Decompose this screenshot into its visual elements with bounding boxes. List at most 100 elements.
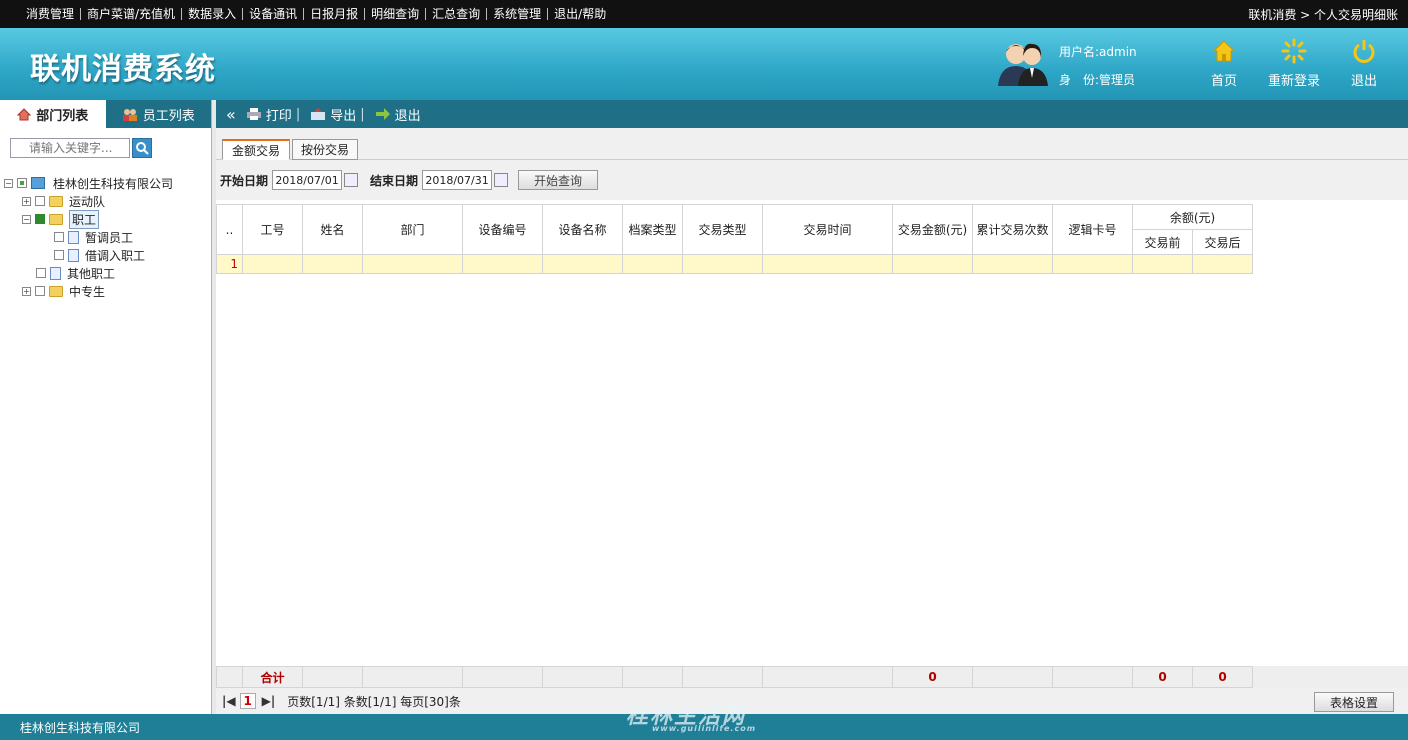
- tree-checkbox[interactable]: [35, 196, 45, 206]
- export-button[interactable]: 导出 |: [310, 105, 365, 124]
- sidebar-search: [10, 138, 152, 158]
- exit-toolbar-button[interactable]: 退出: [375, 105, 421, 124]
- collapse-icon[interactable]: −: [22, 214, 31, 224]
- tree-node-temp-staff[interactable]: 暂调员工: [4, 228, 173, 246]
- search-button[interactable]: [132, 138, 152, 158]
- menu-item-consumption[interactable]: 消费管理: [20, 8, 82, 20]
- tab-portion-transactions[interactable]: 按份交易: [292, 139, 358, 160]
- computer-icon: [31, 177, 45, 189]
- total-balance-after: 0: [1192, 666, 1253, 688]
- separator: |: [295, 106, 301, 122]
- current-page-button[interactable]: 1: [239, 693, 256, 709]
- col-header-trade-time[interactable]: 交易时间: [762, 204, 893, 255]
- col-header-amount[interactable]: 交易金额(元): [892, 204, 973, 255]
- start-date-field[interactable]: 2018/07/01: [272, 170, 343, 190]
- home-icon: [1212, 40, 1236, 62]
- col-header-name[interactable]: 姓名: [302, 204, 363, 255]
- tree-label-sports-team[interactable]: 运动队: [69, 193, 105, 210]
- start-query-button[interactable]: 开始查询: [518, 170, 599, 190]
- tree-node-root[interactable]: − 桂林创生科技有限公司: [4, 174, 173, 192]
- expand-icon[interactable]: +: [22, 196, 31, 206]
- table-cell: [462, 666, 543, 688]
- search-input[interactable]: [10, 138, 130, 158]
- app-title: 联机消费系统: [30, 52, 216, 87]
- user-info: 用户名:admin 身 份:管理员: [1059, 38, 1137, 94]
- exit-button[interactable]: 退出: [1332, 38, 1396, 89]
- col-header-device-name[interactable]: 设备名称: [542, 204, 623, 255]
- col-header-record-type[interactable]: 档案类型: [622, 204, 683, 255]
- col-header-trade-type[interactable]: 交易类型: [682, 204, 763, 255]
- table-cell: [1052, 254, 1133, 274]
- menu-item-data-entry[interactable]: 数据录入: [182, 8, 244, 20]
- tree-label-root[interactable]: 桂林创生科技有限公司: [53, 175, 173, 192]
- table-row[interactable]: 1: [216, 254, 1253, 274]
- table-cell: [302, 254, 363, 274]
- end-date-field[interactable]: 2018/07/31: [422, 170, 493, 190]
- pager-info: 页数[1/1] 条数[1/1] 每页[30]条: [287, 694, 461, 709]
- tab-employee-list[interactable]: 员工列表: [106, 100, 212, 128]
- menu-item-merchant[interactable]: 商户菜谱/充值机: [81, 8, 183, 20]
- top-menu-items: 消费管理 商户菜谱/充值机 数据录入 设备通讯 日报月报 明细查询 汇总查询 系…: [20, 8, 1248, 20]
- tree-label-temp-staff[interactable]: 暂调员工: [85, 229, 133, 246]
- menu-item-detail-query[interactable]: 明细查询: [365, 8, 427, 20]
- row-number: 1: [216, 254, 243, 274]
- table-cell: [762, 254, 893, 274]
- transaction-tabs: 金额交易 按份交易: [216, 128, 1408, 160]
- tree-checkbox[interactable]: [36, 268, 46, 278]
- tree-node-sports-team[interactable]: + 运动队: [4, 192, 173, 210]
- menu-item-reports[interactable]: 日报月报: [304, 8, 366, 20]
- tree-checkbox[interactable]: [17, 178, 27, 188]
- print-button[interactable]: 打印 |: [246, 105, 300, 124]
- table-cell: [362, 254, 463, 274]
- col-header-employee-id[interactable]: 工号: [242, 204, 303, 255]
- table-cell: [622, 254, 683, 274]
- table-cell: [216, 666, 243, 688]
- menu-item-device-comm[interactable]: 设备通讯: [243, 8, 305, 20]
- total-balance-before: 0: [1132, 666, 1193, 688]
- calendar-icon[interactable]: [494, 173, 509, 187]
- collapse-sidebar-button[interactable]: «: [226, 105, 236, 124]
- tab-dept-list[interactable]: 部门列表: [0, 100, 106, 128]
- calendar-icon[interactable]: [344, 173, 359, 187]
- tree-node-students[interactable]: + 中专生: [4, 282, 173, 300]
- breadcrumb: 联机消费 > 个人交易明细账: [1248, 7, 1398, 22]
- col-header-balance-before[interactable]: 交易前: [1132, 229, 1193, 255]
- col-header-dept[interactable]: 部门: [362, 204, 463, 255]
- tree-label-staff[interactable]: 职工: [69, 209, 100, 229]
- collapse-icon[interactable]: −: [4, 178, 13, 188]
- tree-label-other-staff[interactable]: 其他职工: [67, 265, 115, 282]
- tree-checkbox[interactable]: [35, 286, 45, 296]
- last-page-button[interactable]: ▶|: [262, 694, 276, 708]
- tree-node-seconded-staff[interactable]: 借调入职工: [4, 246, 173, 264]
- tree-label-seconded-staff[interactable]: 借调入职工: [85, 247, 145, 264]
- home-label: 首页: [1210, 74, 1237, 89]
- expand-icon[interactable]: +: [22, 286, 31, 296]
- tree-node-staff[interactable]: − 职工: [4, 209, 173, 229]
- col-header-device-no[interactable]: 设备编号: [462, 204, 543, 255]
- menu-item-exit-help[interactable]: 退出/帮助: [548, 8, 612, 20]
- tree-checkbox[interactable]: [54, 250, 64, 260]
- home-button[interactable]: 首页: [1192, 38, 1256, 89]
- tree-checkbox[interactable]: [54, 232, 64, 242]
- first-page-button[interactable]: |◀: [222, 694, 236, 708]
- top-menu-bar: 消费管理 商户菜谱/充值机 数据录入 设备通讯 日报月报 明细查询 汇总查询 系…: [0, 0, 1408, 28]
- table-cell: [1132, 254, 1193, 274]
- table-cell: [892, 254, 973, 274]
- menu-item-summary-query[interactable]: 汇总查询: [426, 8, 488, 20]
- menu-item-system[interactable]: 系统管理: [487, 8, 549, 20]
- dept-tree: − 桂林创生科技有限公司 + 运动队 − 职工 暂调员工 借调入职工 其他职工 …: [4, 174, 173, 300]
- col-header-balance-after[interactable]: 交易后: [1192, 229, 1253, 255]
- exit-label: 退出: [1350, 74, 1377, 89]
- tree-node-other-staff[interactable]: 其他职工: [4, 264, 173, 282]
- tree-label-students[interactable]: 中专生: [69, 283, 105, 300]
- document-icon: [50, 266, 61, 280]
- table-settings-button[interactable]: 表格设置: [1314, 692, 1394, 712]
- col-header-card-no[interactable]: 逻辑卡号: [1052, 204, 1133, 255]
- relogin-button[interactable]: 重新登录: [1262, 38, 1326, 89]
- tree-checkbox[interactable]: [35, 214, 45, 224]
- tab-amount-transactions[interactable]: 金额交易: [222, 139, 290, 160]
- people-icon: [122, 108, 137, 121]
- watermark-url: www.guilinlife.com: [652, 724, 757, 733]
- col-header-total-count[interactable]: 累计交易次数: [972, 204, 1053, 255]
- col-header-index[interactable]: ..: [216, 204, 243, 255]
